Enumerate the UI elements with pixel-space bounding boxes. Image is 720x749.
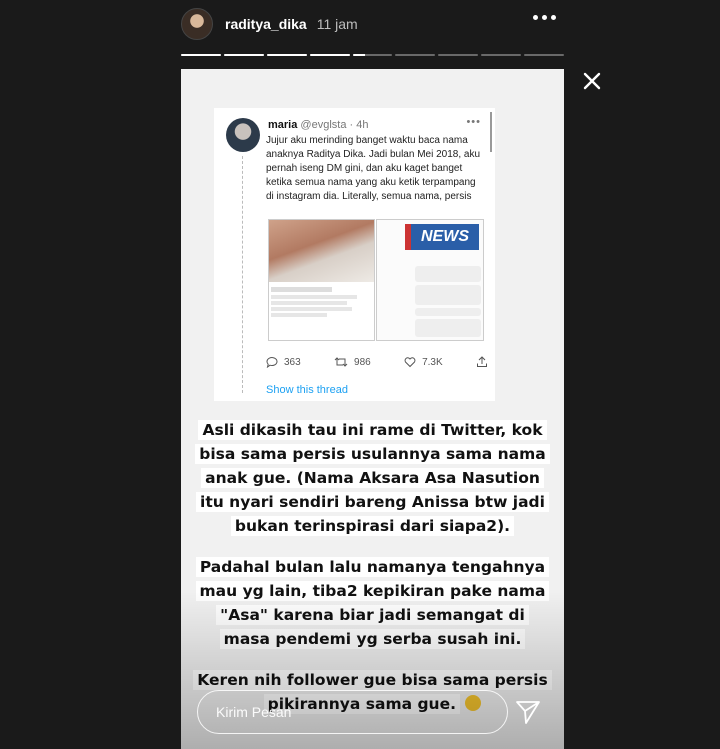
story-progress (181, 54, 565, 56)
username[interactable]: raditya_dika (225, 16, 307, 32)
like-count: 7.3K (422, 356, 443, 368)
progress-segment (481, 54, 522, 56)
show-thread-link: Show this thread (266, 384, 348, 396)
tweet-image-instagram (268, 219, 375, 341)
caption-paragraph-1: Asli dikasih tau ini rame di Twitter, ko… (181, 418, 564, 538)
news-badge: NEWS (405, 224, 479, 250)
caption-line: itu nyari sendiri bareng Anissa btw jadi (196, 492, 549, 512)
caption-line: bukan terinspirasi dari siapa2). (230, 516, 515, 536)
tweet-screenshot: maria @evglsta · 4h ••• Jujur aku merind… (214, 108, 495, 401)
dm-conversation (415, 266, 481, 340)
caption-line: Padahal bulan lalu namanya tengahnya (195, 557, 550, 577)
progress-segment (266, 54, 307, 56)
reply-count: 363 (284, 356, 301, 368)
caption-line: masa pendemi yg serba susah ini. (219, 629, 526, 649)
tweet-author-name: maria (268, 119, 298, 131)
send-icon[interactable] (514, 698, 542, 726)
caption-line: mau yg lain, tiba2 kepikiran pake nama (195, 581, 550, 601)
story-caption: Asli dikasih tau ini rame di Twitter, ko… (181, 418, 564, 733)
progress-segment (223, 54, 264, 56)
close-icon[interactable] (580, 69, 604, 93)
caption-line: Keren nih follower gue bisa sama persis (193, 670, 552, 690)
progress-segment (181, 54, 221, 56)
heart-icon (404, 357, 416, 368)
progress-segment (309, 54, 350, 56)
reply-input[interactable]: Kirim Pesan (197, 690, 508, 734)
thread-line (242, 156, 243, 393)
caption-line: "Asa" karena biar jadi semangat di (216, 605, 529, 625)
tweet-author: maria @evglsta · 4h (268, 119, 369, 131)
retweet-action: 986 (334, 356, 371, 368)
scrollbar (490, 112, 492, 152)
caption-paragraph-2: Padahal bulan lalu namanya tengahnya mau… (181, 555, 564, 651)
story-content[interactable]: maria @evglsta · 4h ••• Jujur aku merind… (181, 69, 564, 749)
story-header: raditya_dika 11 jam (181, 6, 564, 42)
reply-action: 363 (266, 356, 301, 368)
progress-segment (524, 54, 565, 56)
caption-line: anak gue. (Nama Aksara Asa Nasution (201, 468, 544, 488)
tweet-actions: 363 986 7.3K (266, 356, 488, 368)
progress-segment (438, 54, 479, 56)
tweet-text: Jujur aku merinding banget waktu baca na… (266, 135, 481, 202)
instagram-post-meta (269, 282, 374, 321)
tweet-author-handle: @evglsta (300, 119, 347, 131)
retweet-count: 986 (354, 356, 371, 368)
more-options-icon[interactable] (533, 15, 556, 20)
baby-photo (269, 220, 374, 282)
avatar[interactable] (181, 8, 213, 40)
tweet-time: 4h (356, 119, 369, 131)
progress-segment (352, 54, 393, 56)
share-action (476, 356, 488, 368)
like-action: 7.3K (404, 356, 443, 368)
post-time: 11 jam (316, 16, 358, 32)
tweet-more-icon: ••• (466, 116, 481, 128)
reply-placeholder: Kirim Pesan (216, 704, 292, 720)
caption-line: Asli dikasih tau ini rame di Twitter, ko… (198, 420, 547, 440)
tweet-image-dm: NEWS (376, 219, 484, 341)
progress-segment (395, 54, 436, 56)
tweet-avatar (226, 118, 260, 152)
caption-line: bisa sama persis usulannya sama nama (195, 444, 550, 464)
story-viewer: raditya_dika 11 jam maria @evglsta · 4h … (0, 0, 720, 749)
retweet-icon (334, 357, 348, 367)
share-icon (476, 356, 487, 367)
reply-icon (266, 357, 278, 368)
